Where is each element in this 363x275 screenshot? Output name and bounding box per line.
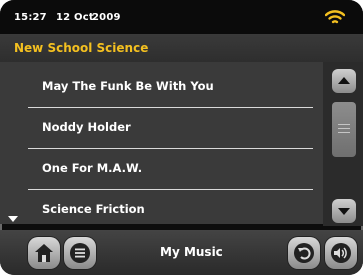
- status-bar: 15:27 12 Oct 2009: [0, 0, 363, 34]
- bottom-bar: My Music: [0, 230, 363, 275]
- list-item[interactable]: Noddy Holder: [28, 108, 313, 149]
- track-list: May The Funk Be With You Noddy Holder On…: [0, 62, 323, 224]
- volume-icon: [331, 243, 351, 263]
- triangle-down-icon: [338, 208, 350, 215]
- scroll-down-button[interactable]: [332, 199, 356, 223]
- device-screen: 15:27 12 Oct 2009 New School Science May…: [0, 0, 363, 275]
- triangle-up-icon: [338, 77, 350, 84]
- menu-button[interactable]: [64, 237, 96, 269]
- list-item-label: Noddy Holder: [42, 120, 131, 134]
- wifi-icon: [325, 10, 345, 24]
- list-item-label: Science Friction: [42, 202, 145, 216]
- grip-line: [338, 132, 350, 133]
- grip-line: [338, 124, 350, 125]
- status-year: 2009: [92, 12, 121, 23]
- list-item[interactable]: May The Funk Be With You: [28, 67, 313, 108]
- list-item-label: One For M.A.W.: [42, 161, 143, 175]
- status-time: 15:27: [14, 12, 47, 23]
- list-item[interactable]: Science Friction: [28, 190, 313, 230]
- scroll-up-button[interactable]: [332, 69, 356, 93]
- home-button[interactable]: [28, 237, 60, 269]
- more-below-icon: [8, 216, 18, 222]
- menu-icon: [70, 243, 90, 263]
- home-icon: [35, 244, 53, 262]
- scrollbar[interactable]: [323, 62, 363, 226]
- list-item[interactable]: One For M.A.W.: [28, 149, 313, 190]
- list-item-label: May The Funk Be With You: [42, 79, 214, 93]
- back-button[interactable]: [288, 237, 320, 269]
- volume-button[interactable]: [325, 237, 357, 269]
- status-date: 12 Oct: [56, 12, 94, 23]
- back-icon: [294, 243, 314, 263]
- title-bar: New School Science: [0, 34, 363, 62]
- page-title: New School Science: [14, 41, 149, 55]
- grip-line: [338, 128, 350, 129]
- scroll-thumb[interactable]: [332, 102, 356, 157]
- footer-label: My Music: [160, 245, 223, 259]
